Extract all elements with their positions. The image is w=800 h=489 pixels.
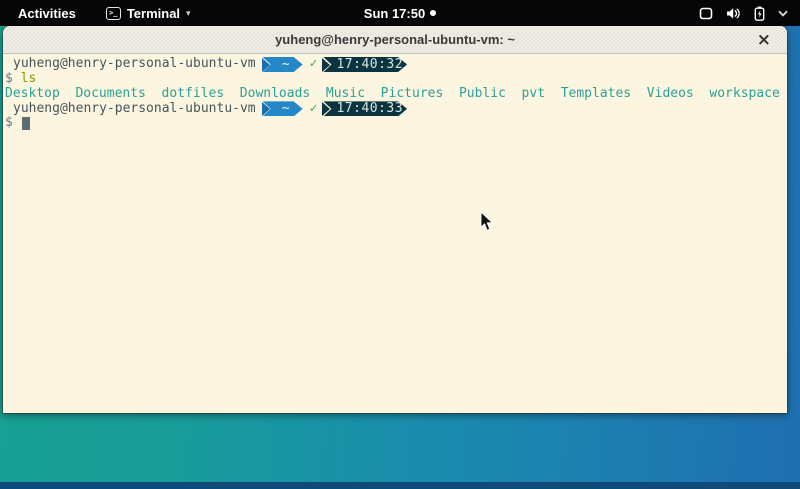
prompt-host: yuheng@henry-personal-ubuntu-vm bbox=[5, 102, 256, 117]
battery-charging-icon bbox=[754, 6, 765, 21]
shell-prompt-symbol: $ bbox=[5, 71, 13, 86]
app-menu-label: Terminal bbox=[127, 6, 180, 21]
top-bar: Activities >_ Terminal ▾ Sun 17:50 bbox=[0, 0, 800, 26]
desktop-bottom-edge bbox=[0, 482, 800, 489]
notification-dot bbox=[430, 10, 436, 16]
screen-icon bbox=[699, 7, 713, 20]
input-line[interactable]: $ bbox=[5, 116, 785, 131]
prompt-line-1: yuheng@henry-personal-ubuntu-vm ~ ✓ 17:4… bbox=[5, 57, 785, 72]
window-titlebar[interactable]: yuheng@henry-personal-ubuntu-vm: ~ × bbox=[3, 26, 787, 54]
terminal-window: yuheng@henry-personal-ubuntu-vm: ~ × yuh… bbox=[3, 26, 787, 413]
prompt-timestamp: 17:40:32 bbox=[323, 57, 407, 72]
command-line: $ ls bbox=[5, 72, 785, 87]
close-icon[interactable]: × bbox=[753, 26, 775, 53]
ls-output: Desktop Documents dotfiles Downloads Mus… bbox=[5, 87, 785, 102]
system-status-area[interactable] bbox=[699, 6, 800, 21]
clock-label[interactable]: Sun 17:50 bbox=[364, 6, 425, 21]
activities-button[interactable]: Activities bbox=[14, 6, 80, 21]
prompt-timestamp: 17:40:33 bbox=[323, 101, 407, 116]
prompt-status-check-icon: ✓ bbox=[310, 57, 318, 72]
prompt-status-check-icon: ✓ bbox=[310, 102, 318, 117]
prompt-host: yuheng@henry-personal-ubuntu-vm bbox=[5, 57, 256, 72]
prompt-line-2: yuheng@henry-personal-ubuntu-vm ~ ✓ 17:4… bbox=[5, 101, 785, 116]
command-text: ls bbox=[21, 71, 37, 86]
window-title: yuheng@henry-personal-ubuntu-vm: ~ bbox=[275, 32, 515, 47]
terminal-content[interactable]: yuheng@henry-personal-ubuntu-vm ~ ✓ 17:4… bbox=[3, 54, 787, 412]
shell-prompt-symbol: $ bbox=[5, 115, 13, 130]
chevron-down-icon: ▾ bbox=[186, 8, 191, 19]
terminal-cursor bbox=[22, 117, 30, 130]
volume-icon bbox=[726, 7, 741, 20]
terminal-icon: >_ bbox=[106, 7, 121, 20]
app-menu-terminal[interactable]: >_ Terminal ▾ bbox=[106, 6, 191, 21]
chevron-down-icon[interactable] bbox=[778, 10, 788, 17]
